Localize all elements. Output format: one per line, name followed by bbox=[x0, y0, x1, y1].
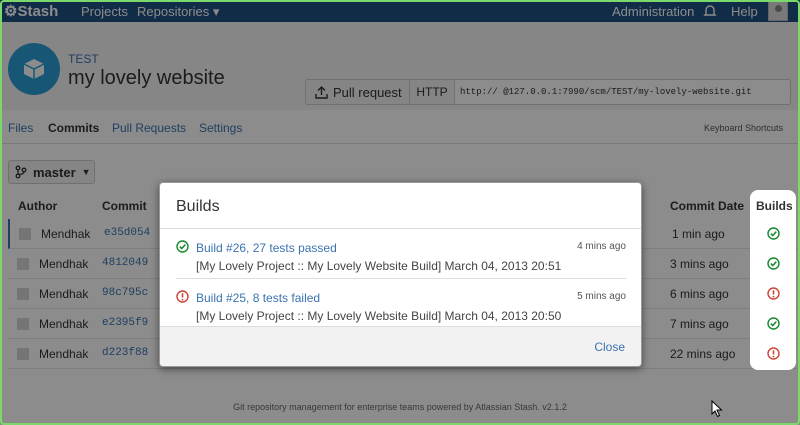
pull-request-button[interactable]: Pull request bbox=[305, 79, 412, 105]
author-avatar bbox=[17, 318, 29, 330]
commit-author: Mendhak bbox=[39, 287, 89, 301]
builds-column-highlight bbox=[750, 190, 796, 370]
clone-url-box: HTTP http:// @127.0.0.1:7990/scm/TEST/my… bbox=[409, 79, 791, 105]
footer-text: Git repository management for enterprise… bbox=[233, 402, 567, 412]
author-avatar bbox=[19, 228, 31, 240]
stash-logo[interactable]: ⚙Stash bbox=[4, 2, 58, 20]
commit-date: 6 mins ago bbox=[670, 287, 729, 301]
build-detail: [My Lovely Project :: My Lovely Website … bbox=[196, 259, 562, 273]
clone-protocol-button[interactable]: HTTP bbox=[410, 80, 455, 104]
repository-header: TEST my lovely website Pull request HTTP… bbox=[0, 22, 800, 110]
build-link[interactable]: Build #26, 27 tests passed bbox=[196, 241, 337, 255]
commit-hash-link[interactable]: e35d054 bbox=[104, 227, 150, 239]
column-header-commit: Commit bbox=[102, 199, 147, 213]
branch-name: master bbox=[33, 164, 76, 180]
upload-icon bbox=[315, 85, 328, 99]
build-list-item: Build #25, 8 tests failed [My Lovely Pro… bbox=[176, 283, 626, 329]
user-avatar[interactable] bbox=[768, 1, 788, 21]
dialog-title: Builds bbox=[176, 198, 220, 215]
repository-tabs: Files Commits Pull Requests Settings Key… bbox=[0, 110, 800, 144]
commit-author: Mendhak bbox=[41, 227, 91, 241]
author-avatar bbox=[17, 258, 29, 270]
repository-avatar bbox=[8, 43, 60, 95]
commit-date: 7 mins ago bbox=[670, 317, 729, 331]
mouse-pointer-icon bbox=[711, 399, 723, 421]
repository-title: my lovely website bbox=[68, 67, 225, 89]
exclamation-circle-icon[interactable] bbox=[767, 347, 780, 363]
nav-administration[interactable]: Administration bbox=[612, 4, 694, 19]
column-header-author: Author bbox=[18, 199, 58, 213]
build-time: 4 mins ago bbox=[577, 241, 626, 252]
check-circle-icon[interactable] bbox=[767, 227, 780, 243]
builds-column-header-highlighted: Builds bbox=[756, 199, 793, 213]
builds-dialog: Builds Build #26, 27 tests passed [My Lo… bbox=[159, 182, 642, 367]
commit-hash-link[interactable]: 98c795c bbox=[102, 287, 148, 299]
commit-date: 3 mins ago bbox=[670, 257, 729, 271]
tab-settings[interactable]: Settings bbox=[199, 121, 242, 135]
logo-text: Stash bbox=[17, 3, 59, 20]
check-circle-icon[interactable] bbox=[767, 257, 780, 273]
close-button[interactable]: Close bbox=[594, 340, 625, 354]
author-avatar bbox=[17, 348, 29, 360]
pull-request-label: Pull request bbox=[333, 84, 402, 100]
build-detail: [My Lovely Project :: My Lovely Website … bbox=[196, 309, 562, 323]
commit-author: Mendhak bbox=[39, 317, 89, 331]
branch-icon bbox=[15, 165, 27, 179]
commit-hash-link[interactable]: e2395f9 bbox=[102, 317, 148, 329]
check-circle-icon[interactable] bbox=[767, 317, 780, 333]
top-navigation-bar: ⚙Stash Projects Repositories ▾ Administr… bbox=[0, 0, 800, 22]
dialog-footer: Close bbox=[160, 326, 641, 366]
project-link[interactable]: TEST bbox=[68, 52, 99, 66]
keyboard-shortcuts-link[interactable]: Keyboard Shortcuts bbox=[704, 123, 783, 133]
build-link[interactable]: Build #25, 8 tests failed bbox=[196, 291, 320, 305]
commit-date: 22 mins ago bbox=[670, 347, 736, 361]
commit-date: 1 min ago bbox=[672, 227, 725, 241]
commit-hash-link[interactable]: d223f88 bbox=[102, 347, 148, 359]
commit-author: Mendhak bbox=[39, 347, 89, 361]
tab-pull-requests[interactable]: Pull Requests bbox=[112, 121, 186, 135]
box-icon bbox=[23, 59, 45, 79]
check-circle-icon bbox=[176, 240, 189, 256]
nav-repositories[interactable]: Repositories ▾ bbox=[137, 4, 219, 20]
nav-help[interactable]: Help bbox=[731, 4, 758, 19]
notifications-icon[interactable] bbox=[703, 4, 717, 21]
chevron-down-icon: ▼ bbox=[81, 167, 91, 177]
author-avatar bbox=[17, 288, 29, 300]
exclamation-circle-icon bbox=[176, 290, 189, 306]
build-time: 5 mins ago bbox=[577, 291, 626, 302]
tab-files[interactable]: Files bbox=[8, 121, 33, 135]
dialog-header: Builds bbox=[160, 183, 641, 229]
clone-url-input[interactable]: http:// @127.0.0.1:7990/scm/TEST/my-love… bbox=[455, 80, 752, 104]
exclamation-circle-icon[interactable] bbox=[767, 287, 780, 303]
branch-selector[interactable]: master ▼ bbox=[8, 160, 95, 184]
nav-projects[interactable]: Projects bbox=[81, 4, 128, 19]
column-header-commit-date: Commit Date bbox=[670, 199, 745, 213]
tab-commits[interactable]: Commits bbox=[48, 121, 99, 135]
commit-author: Mendhak bbox=[39, 257, 89, 271]
build-list-item: Build #26, 27 tests passed [My Lovely Pr… bbox=[176, 233, 626, 279]
commit-hash-link[interactable]: 4812049 bbox=[102, 257, 148, 269]
